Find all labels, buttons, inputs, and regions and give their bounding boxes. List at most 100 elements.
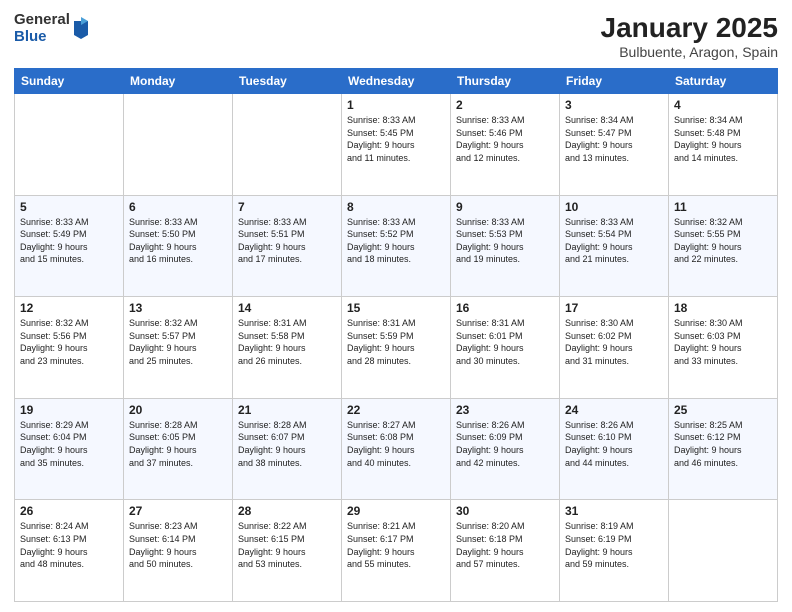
day-number: 16 <box>456 301 554 315</box>
cell-info: Sunrise: 8:34 AM Sunset: 5:47 PM Dayligh… <box>565 114 663 164</box>
day-number: 29 <box>347 504 445 518</box>
cell-info: Sunrise: 8:33 AM Sunset: 5:53 PM Dayligh… <box>456 216 554 266</box>
day-number: 23 <box>456 403 554 417</box>
calendar-cell: 11Sunrise: 8:32 AM Sunset: 5:55 PM Dayli… <box>669 195 778 297</box>
calendar-cell: 26 Sunrise: 8:24 AM Sunset: 6:13 PM Dayli… <box>15 500 124 602</box>
day-number: 9 <box>456 200 554 214</box>
week-row-0: 1 Sunrise: 8:33 AM Sunset: 5:45 PM Daylig… <box>15 94 778 196</box>
day-number: 20 <box>129 403 227 417</box>
day-number: 15 <box>347 301 445 315</box>
day-number: 27 <box>129 504 227 518</box>
cell-info: Sunrise: 8:33 AM Sunset: 5:45 PM Dayligh… <box>347 114 445 164</box>
calendar-table: SundayMondayTuesdayWednesdayThursdayFrid… <box>14 68 778 602</box>
page: General Blue January 2025 Bulbuente, Ara… <box>0 0 792 612</box>
calendar-cell <box>669 500 778 602</box>
cell-info: Sunrise: 8:33 AM Sunset: 5:51 PM Dayligh… <box>238 216 336 266</box>
cell-info: Sunrise: 8:28 AM Sunset: 6:05 PM Dayligh… <box>129 419 227 469</box>
day-header-saturday: Saturday <box>669 69 778 94</box>
cell-info: Sunrise: 8:28 AM Sunset: 6:07 PM Dayligh… <box>238 419 336 469</box>
day-number: 28 <box>238 504 336 518</box>
day-number: 25 <box>674 403 772 417</box>
cell-info: Sunrise: 8:26 AM Sunset: 6:10 PM Dayligh… <box>565 419 663 469</box>
day-header-sunday: Sunday <box>15 69 124 94</box>
day-number: 10 <box>565 200 663 214</box>
cell-info: Sunrise: 8:33 AM Sunset: 5:49 PM Dayligh… <box>20 216 118 266</box>
week-row-1: 5Sunrise: 8:33 AM Sunset: 5:49 PM Daylig… <box>15 195 778 297</box>
cell-info: Sunrise: 8:34 AM Sunset: 5:48 PM Dayligh… <box>674 114 772 164</box>
cell-info: Sunrise: 8:33 AM Sunset: 5:54 PM Dayligh… <box>565 216 663 266</box>
week-row-4: 26 Sunrise: 8:24 AM Sunset: 6:13 PM Dayli… <box>15 500 778 602</box>
day-number: 17 <box>565 301 663 315</box>
calendar-cell: 9 Sunrise: 8:33 AM Sunset: 5:53 PM Daylig… <box>451 195 560 297</box>
calendar-cell: 1 Sunrise: 8:33 AM Sunset: 5:45 PM Daylig… <box>342 94 451 196</box>
day-number: 21 <box>238 403 336 417</box>
logo: General Blue <box>14 12 90 45</box>
day-number: 18 <box>674 301 772 315</box>
calendar-cell <box>124 94 233 196</box>
day-number: 4 <box>674 98 772 112</box>
day-number: 26 <box>20 504 118 518</box>
calendar-cell: 18Sunrise: 8:30 AM Sunset: 6:03 PM Dayli… <box>669 297 778 399</box>
calendar-cell: 15 Sunrise: 8:31 AM Sunset: 5:59 PM Dayli… <box>342 297 451 399</box>
calendar-cell <box>15 94 124 196</box>
calendar-cell: 31Sunrise: 8:19 AM Sunset: 6:19 PM Dayli… <box>560 500 669 602</box>
cell-info: Sunrise: 8:19 AM Sunset: 6:19 PM Dayligh… <box>565 520 663 570</box>
cell-info: Sunrise: 8:33 AM Sunset: 5:50 PM Dayligh… <box>129 216 227 266</box>
day-header-friday: Friday <box>560 69 669 94</box>
day-number: 22 <box>347 403 445 417</box>
cell-info: Sunrise: 8:31 AM Sunset: 5:58 PM Dayligh… <box>238 317 336 367</box>
calendar-cell: 28 Sunrise: 8:22 AM Sunset: 6:15 PM Dayli… <box>233 500 342 602</box>
cell-info: Sunrise: 8:32 AM Sunset: 5:57 PM Dayligh… <box>129 317 227 367</box>
calendar-cell: 25 Sunrise: 8:25 AM Sunset: 6:12 PM Dayli… <box>669 398 778 500</box>
day-number: 8 <box>347 200 445 214</box>
calendar-cell: 8 Sunrise: 8:33 AM Sunset: 5:52 PM Daylig… <box>342 195 451 297</box>
cell-info: Sunrise: 8:32 AM Sunset: 5:55 PM Dayligh… <box>674 216 772 266</box>
cell-info: Sunrise: 8:33 AM Sunset: 5:52 PM Dayligh… <box>347 216 445 266</box>
day-header-monday: Monday <box>124 69 233 94</box>
day-number: 30 <box>456 504 554 518</box>
day-number: 2 <box>456 98 554 112</box>
header: General Blue January 2025 Bulbuente, Ara… <box>14 12 778 60</box>
cell-info: Sunrise: 8:22 AM Sunset: 6:15 PM Dayligh… <box>238 520 336 570</box>
calendar-cell: 5Sunrise: 8:33 AM Sunset: 5:49 PM Daylig… <box>15 195 124 297</box>
calendar-cell: 30 Sunrise: 8:20 AM Sunset: 6:18 PM Dayli… <box>451 500 560 602</box>
day-number: 19 <box>20 403 118 417</box>
month-title: January 2025 <box>601 12 778 44</box>
calendar-cell: 2 Sunrise: 8:33 AM Sunset: 5:46 PM Daylig… <box>451 94 560 196</box>
day-number: 7 <box>238 200 336 214</box>
day-number: 13 <box>129 301 227 315</box>
day-number: 14 <box>238 301 336 315</box>
cell-info: Sunrise: 8:25 AM Sunset: 6:12 PM Dayligh… <box>674 419 772 469</box>
cell-info: Sunrise: 8:33 AM Sunset: 5:46 PM Dayligh… <box>456 114 554 164</box>
day-number: 1 <box>347 98 445 112</box>
calendar-cell: 6 Sunrise: 8:33 AM Sunset: 5:50 PM Daylig… <box>124 195 233 297</box>
week-row-3: 19Sunrise: 8:29 AM Sunset: 6:04 PM Dayli… <box>15 398 778 500</box>
calendar-cell: 17Sunrise: 8:30 AM Sunset: 6:02 PM Dayli… <box>560 297 669 399</box>
calendar-cell: 14 Sunrise: 8:31 AM Sunset: 5:58 PM Dayli… <box>233 297 342 399</box>
cell-info: Sunrise: 8:24 AM Sunset: 6:13 PM Dayligh… <box>20 520 118 570</box>
day-number: 6 <box>129 200 227 214</box>
calendar-cell: 29 Sunrise: 8:21 AM Sunset: 6:17 PM Dayli… <box>342 500 451 602</box>
week-row-2: 12 Sunrise: 8:32 AM Sunset: 5:56 PM Dayli… <box>15 297 778 399</box>
cell-info: Sunrise: 8:20 AM Sunset: 6:18 PM Dayligh… <box>456 520 554 570</box>
calendar-cell: 22Sunrise: 8:27 AM Sunset: 6:08 PM Dayli… <box>342 398 451 500</box>
cell-info: Sunrise: 8:23 AM Sunset: 6:14 PM Dayligh… <box>129 520 227 570</box>
cell-info: Sunrise: 8:21 AM Sunset: 6:17 PM Dayligh… <box>347 520 445 570</box>
calendar-cell: 4 Sunrise: 8:34 AM Sunset: 5:48 PM Daylig… <box>669 94 778 196</box>
logo-blue: Blue <box>14 29 70 46</box>
logo-general: General <box>14 12 70 29</box>
title-area: January 2025 Bulbuente, Aragon, Spain <box>601 12 778 60</box>
cell-info: Sunrise: 8:32 AM Sunset: 5:56 PM Dayligh… <box>20 317 118 367</box>
day-header-wednesday: Wednesday <box>342 69 451 94</box>
calendar-cell: 13 Sunrise: 8:32 AM Sunset: 5:57 PM Dayli… <box>124 297 233 399</box>
calendar-cell: 10 Sunrise: 8:33 AM Sunset: 5:54 PM Dayli… <box>560 195 669 297</box>
calendar-cell: 19Sunrise: 8:29 AM Sunset: 6:04 PM Dayli… <box>15 398 124 500</box>
day-number: 12 <box>20 301 118 315</box>
day-number: 3 <box>565 98 663 112</box>
header-row: SundayMondayTuesdayWednesdayThursdayFrid… <box>15 69 778 94</box>
calendar-cell: 27 Sunrise: 8:23 AM Sunset: 6:14 PM Dayli… <box>124 500 233 602</box>
cell-info: Sunrise: 8:31 AM Sunset: 5:59 PM Dayligh… <box>347 317 445 367</box>
subtitle: Bulbuente, Aragon, Spain <box>601 44 778 60</box>
cell-info: Sunrise: 8:26 AM Sunset: 6:09 PM Dayligh… <box>456 419 554 469</box>
logo-text: General Blue <box>14 12 70 45</box>
